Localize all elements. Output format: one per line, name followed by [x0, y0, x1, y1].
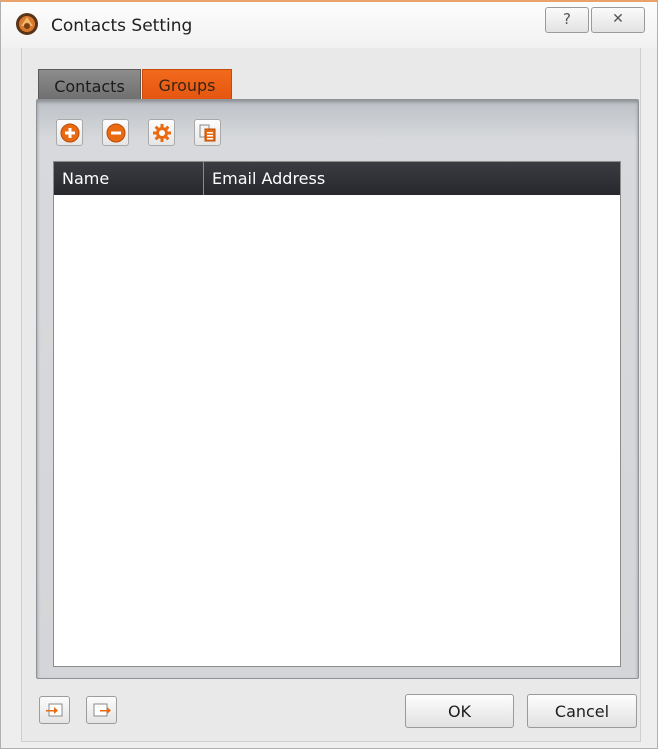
gear-icon [153, 124, 171, 142]
ok-button[interactable]: OK [405, 694, 514, 728]
remove-circle-icon [106, 123, 126, 143]
close-button[interactable]: ✕ [591, 7, 645, 33]
help-icon: ? [563, 10, 571, 28]
copy-group-button[interactable] [194, 119, 221, 146]
export-icon [93, 703, 111, 717]
group-settings-button[interactable] [148, 119, 175, 146]
app-icon [15, 12, 39, 36]
import-button[interactable] [39, 696, 70, 724]
contacts-setting-dialog: Contacts Setting ? ✕ Contacts Groups Nam… [0, 0, 658, 749]
remove-group-button[interactable] [102, 119, 129, 146]
column-header-name[interactable]: Name [54, 162, 204, 195]
column-header-email-address[interactable]: Email Address [204, 162, 620, 195]
close-icon: ✕ [612, 11, 624, 27]
add-circle-icon [60, 123, 80, 143]
list-header: Name Email Address [54, 162, 620, 195]
title-bar: Contacts Setting ? ✕ [1, 2, 657, 48]
window-title: Contacts Setting [51, 16, 193, 36]
copy-icon [199, 124, 216, 142]
tab-contacts[interactable]: Contacts [38, 69, 141, 100]
cancel-button[interactable]: Cancel [527, 694, 637, 728]
import-icon [46, 703, 63, 717]
export-button[interactable] [86, 696, 117, 724]
tab-groups-label: Groups [158, 76, 216, 95]
tab-groups[interactable]: Groups [142, 69, 232, 100]
add-group-button[interactable] [56, 119, 83, 146]
groups-list[interactable]: Name Email Address [53, 161, 621, 667]
help-button[interactable]: ? [545, 7, 589, 33]
tab-contacts-label: Contacts [54, 77, 125, 96]
